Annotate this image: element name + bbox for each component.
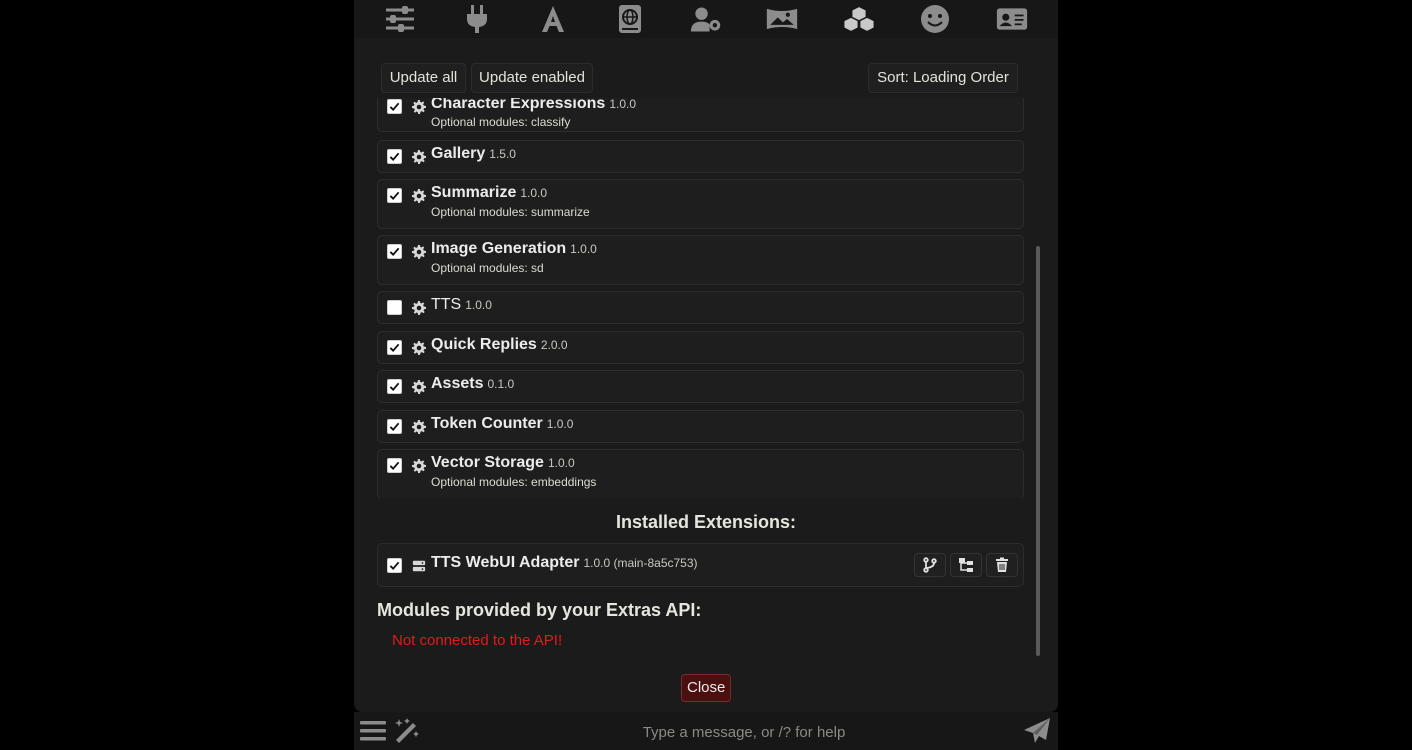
extras-modules-title: Modules provided by your Extras API: <box>377 600 702 620</box>
font-icon[interactable] <box>535 3 571 35</box>
plug-icon[interactable] <box>459 3 495 35</box>
list-item: Quick Replies 2.0.0 <box>377 331 1024 364</box>
extension-title: Gallery <box>431 145 486 162</box>
extension-version: 1.0.0 (main-8a5c753) <box>583 556 698 570</box>
list-item: Gallery 1.5.0 <box>377 140 1024 173</box>
list-item: Character Expressions 1.0.0 Optional modu… <box>377 98 1024 132</box>
enable-checkbox[interactable] <box>387 244 402 259</box>
gear-icon[interactable] <box>412 189 426 203</box>
extension-name: Assets 0.1.0 <box>431 375 514 393</box>
enable-checkbox[interactable] <box>387 419 402 434</box>
gear-icon[interactable] <box>412 420 426 434</box>
extension-title: Summarize <box>431 184 517 201</box>
address-card-icon[interactable] <box>994 3 1030 35</box>
extension-name: TTS WebUI Adapter 1.0.0 (main-8a5c753) <box>431 554 698 572</box>
optional-modules: Optional modules: embeddings <box>431 475 597 489</box>
close-button[interactable]: Close <box>681 674 732 702</box>
enable-checkbox[interactable] <box>387 99 402 114</box>
enable-checkbox[interactable] <box>387 188 402 203</box>
user-gear-icon[interactable] <box>688 3 724 35</box>
panorama-icon[interactable] <box>764 3 800 35</box>
gear-icon[interactable] <box>412 341 426 355</box>
enable-checkbox[interactable] <box>387 458 402 473</box>
list-item: Summarize 1.0.0 Optional modules: summari… <box>377 179 1024 229</box>
enable-checkbox[interactable] <box>387 340 402 355</box>
gear-icon[interactable] <box>412 380 426 394</box>
optional-modules: Optional modules: sd <box>431 261 544 275</box>
extension-name: Character Expressions 1.0.0 <box>431 98 636 113</box>
list-item: TTS 1.0.0 <box>377 291 1024 324</box>
installed-extensions-title: Installed Extensions: <box>615 512 797 532</box>
trash-icon[interactable] <box>986 553 1018 577</box>
extensions-panel: Update all Update enabled Sort: Loading … <box>354 38 1058 712</box>
server-icon <box>412 560 426 572</box>
face-smile-icon[interactable] <box>917 3 953 35</box>
gear-icon[interactable] <box>412 150 426 164</box>
extension-title: Assets <box>431 375 484 392</box>
chat-input[interactable] <box>474 718 1014 746</box>
extension-name: Quick Replies 2.0.0 <box>431 336 568 354</box>
menu-bars-icon[interactable] <box>358 716 388 746</box>
optional-modules: Optional modules: summarize <box>431 205 590 219</box>
gear-icon[interactable] <box>412 100 426 114</box>
gear-icon[interactable] <box>412 301 426 315</box>
extension-version: 1.0.0 <box>465 298 492 312</box>
optional-modules: Optional modules: classify <box>431 115 571 129</box>
enable-checkbox[interactable] <box>387 379 402 394</box>
extension-version: 1.5.0 <box>489 147 516 161</box>
extension-title: TTS <box>431 296 462 313</box>
list-item: Assets 0.1.0 <box>377 370 1024 403</box>
chat-bar <box>354 712 1058 750</box>
extension-title: Quick Replies <box>431 336 537 353</box>
extension-name: Image Generation 1.0.0 <box>431 240 597 258</box>
extension-name: TTS 1.0.0 <box>431 296 492 314</box>
cubes-icon[interactable] <box>841 3 877 35</box>
extension-version: 0.1.0 <box>487 377 515 391</box>
folder-tree-icon[interactable] <box>950 553 982 577</box>
gear-icon[interactable] <box>412 245 426 259</box>
update-enabled-button[interactable]: Update enabled <box>471 63 593 93</box>
update-all-button[interactable]: Update all <box>381 63 466 93</box>
extension-title: TTS WebUI Adapter <box>431 554 580 571</box>
extension-version: 1.0.0 <box>570 242 597 256</box>
extensions-list: Character Expressions 1.0.0 Optional modu… <box>377 98 1024 498</box>
enable-checkbox[interactable] <box>387 149 402 164</box>
extension-version: 1.0.0 <box>546 417 574 431</box>
extension-name: Token Counter 1.0.0 <box>431 415 573 433</box>
list-item: TTS WebUI Adapter 1.0.0 (main-8a5c753) <box>377 543 1024 587</box>
extension-version: 1.0.0 <box>609 98 637 111</box>
list-item: Token Counter 1.0.0 <box>377 410 1024 443</box>
enable-checkbox[interactable] <box>387 558 402 573</box>
extension-version: 1.0.0 <box>520 186 548 200</box>
list-item: Vector Storage 1.0.0 Optional modules: em… <box>377 449 1024 498</box>
extension-title: Vector Storage <box>431 454 544 471</box>
extension-name: Summarize 1.0.0 <box>431 184 547 202</box>
code-branch-icon[interactable] <box>914 553 946 577</box>
book-atlas-icon[interactable] <box>612 3 648 35</box>
extension-title: Image Generation <box>431 240 567 257</box>
gear-icon[interactable] <box>412 459 426 473</box>
extension-name: Vector Storage 1.0.0 <box>431 454 575 472</box>
extension-title: Character Expressions <box>431 98 606 112</box>
extension-actions <box>914 553 1018 577</box>
extras-status-message: Not connected to the API! <box>392 632 563 649</box>
extension-version: 1.0.0 <box>547 456 575 470</box>
extension-title: Token Counter <box>431 415 543 432</box>
sliders-icon[interactable] <box>382 3 418 35</box>
sort-button[interactable]: Sort: Loading Order <box>868 63 1018 93</box>
scrollbar[interactable] <box>1036 246 1040 656</box>
list-item: Image Generation 1.0.0 Optional modules: … <box>377 235 1024 285</box>
extension-name: Gallery 1.5.0 <box>431 145 516 163</box>
top-nav-bar <box>354 0 1058 38</box>
wand-magic-icon[interactable] <box>392 716 422 746</box>
enable-checkbox[interactable] <box>387 300 402 315</box>
extension-version: 2.0.0 <box>540 338 568 352</box>
paper-plane-icon[interactable] <box>1022 716 1052 746</box>
